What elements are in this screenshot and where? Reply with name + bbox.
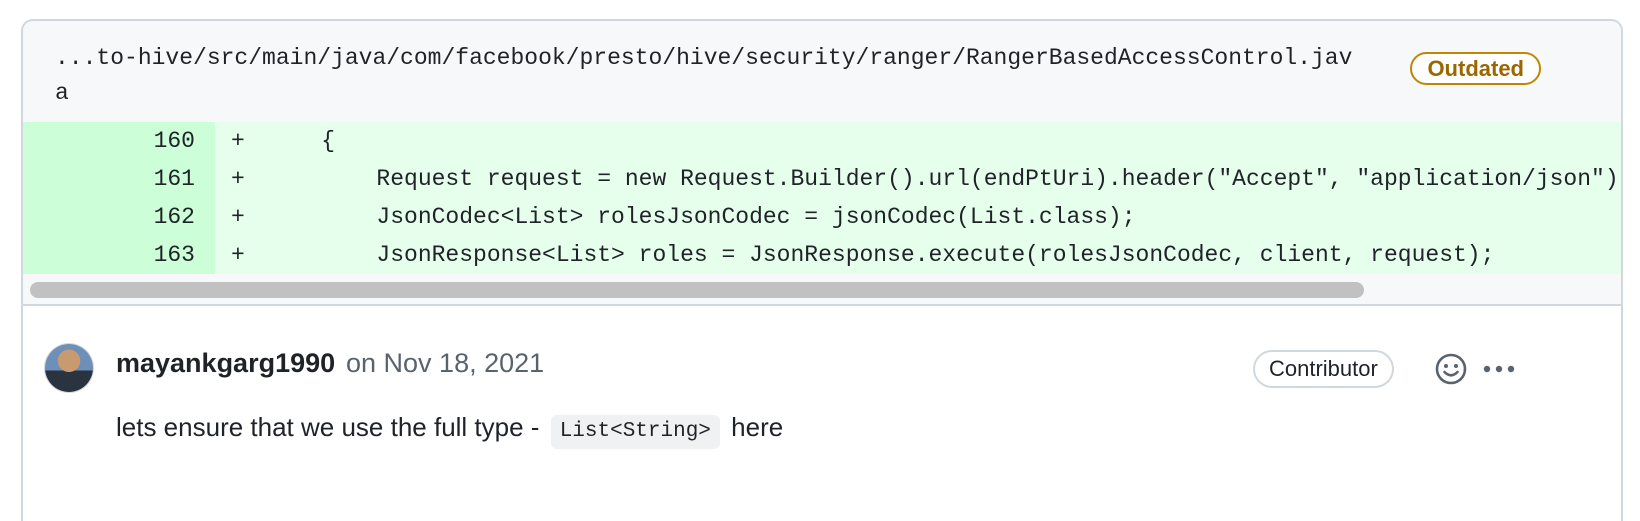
comment-date[interactable]: on Nov 18, 2021 bbox=[346, 348, 544, 379]
comment-author[interactable]: mayankgarg1990 bbox=[116, 348, 335, 379]
smiley-icon[interactable] bbox=[1433, 351, 1469, 387]
code-line: JsonResponse<List> roles = JsonResponse.… bbox=[266, 242, 1495, 268]
diff-marker: + bbox=[231, 166, 245, 192]
outdated-badge: Outdated bbox=[1410, 52, 1541, 85]
code-line: Request request = new Request.Builder().… bbox=[266, 166, 1619, 192]
diff-marker: + bbox=[231, 128, 245, 154]
diff-hunk: 160 + { 161 + Request request = new Requ… bbox=[23, 122, 1621, 274]
diff-line: 161 + Request request = new Request.Buil… bbox=[23, 160, 1621, 198]
kebab-icon[interactable] bbox=[1479, 351, 1519, 387]
line-number[interactable]: 163 bbox=[23, 236, 215, 274]
comment-text-before: lets ensure that we use the full type - bbox=[116, 412, 540, 442]
horizontal-scrollbar[interactable] bbox=[23, 274, 1621, 306]
line-number[interactable]: 161 bbox=[23, 160, 215, 198]
contributor-badge: Contributor bbox=[1253, 350, 1394, 388]
diff-marker: + bbox=[231, 204, 245, 230]
comment-text-after: here bbox=[731, 412, 784, 442]
review-thread: ...to-hive/src/main/java/com/facebook/pr… bbox=[21, 19, 1623, 521]
code-line: { bbox=[266, 128, 336, 154]
diff-line: 163 + JsonResponse<List> roles = JsonRes… bbox=[23, 236, 1621, 274]
file-header: ...to-hive/src/main/java/com/facebook/pr… bbox=[23, 21, 1621, 122]
avatar[interactable] bbox=[45, 344, 93, 392]
file-path[interactable]: ...to-hive/src/main/java/com/facebook/pr… bbox=[55, 41, 1355, 111]
diff-line: 160 + { bbox=[23, 122, 1621, 160]
inline-code: List<String> bbox=[550, 415, 720, 449]
line-number[interactable]: 162 bbox=[23, 198, 215, 236]
comment-body: lets ensure that we use the full type - … bbox=[116, 409, 783, 449]
code-line: JsonCodec<List> rolesJsonCodec = jsonCod… bbox=[266, 204, 1136, 230]
line-number[interactable]: 160 bbox=[23, 122, 215, 160]
scrollbar-thumb[interactable] bbox=[30, 282, 1364, 298]
review-comment: mayankgarg1990 on Nov 18, 2021 Contribut… bbox=[23, 306, 1621, 506]
diff-line: 162 + JsonCodec<List> rolesJsonCodec = j… bbox=[23, 198, 1621, 236]
diff-marker: + bbox=[231, 242, 245, 268]
